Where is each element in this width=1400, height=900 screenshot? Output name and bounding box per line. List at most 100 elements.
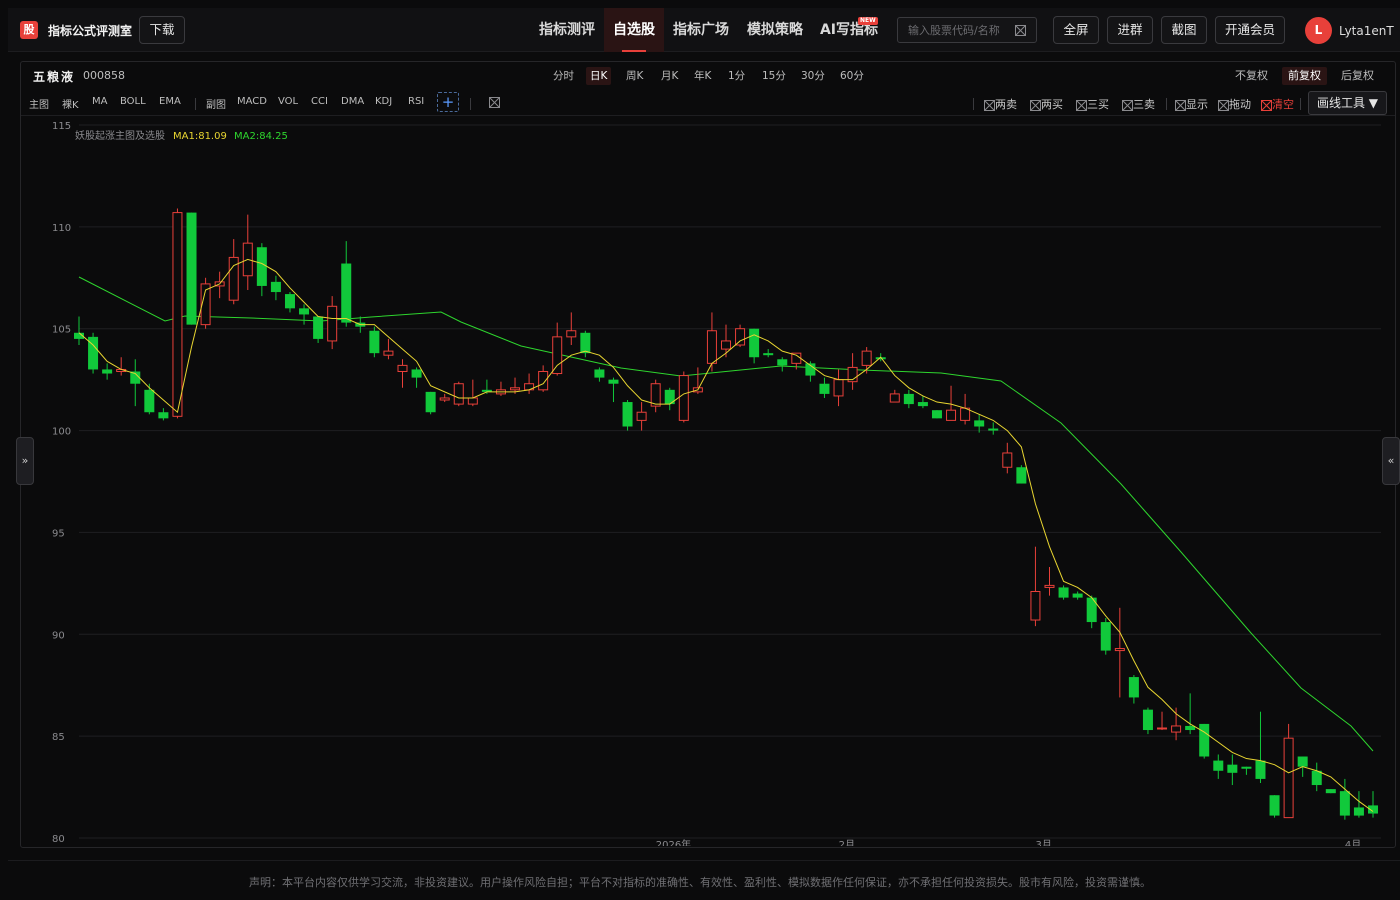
fullscreen-button[interactable]: 全屏 xyxy=(1053,16,1099,44)
candle-body-down xyxy=(284,294,295,309)
candle-body-down xyxy=(1016,467,1027,484)
indicator-toolbar: 主图 裸K MA BOLL EMA 副图 MACD VOL CCI DMA KD… xyxy=(21,90,1395,116)
candle-body-down xyxy=(777,359,788,366)
main-chart-label: 主图 xyxy=(29,100,49,111)
candlestick-chart[interactable]: 80 85 90 95 100 105 110 115 2026年 2月 3月 4月 妖股起涨主图及选股… xyxy=(21,118,1381,846)
candle-body-up xyxy=(510,387,521,391)
period-8[interactable]: 60分 xyxy=(836,67,868,85)
x-tick-label: 2026年 xyxy=(656,838,691,846)
ma2-legend-label: MA2:84.25 xyxy=(234,131,288,142)
checkbox-icon xyxy=(984,99,995,111)
tool-label: 拖动 xyxy=(1229,98,1251,111)
indicator-macd[interactable]: MACD xyxy=(237,96,267,107)
tool-show[interactable]: 显示 xyxy=(1175,96,1208,112)
candle-body-down xyxy=(1058,587,1069,598)
tab-indicator-square[interactable]: 指标广场 xyxy=(664,8,738,52)
candle-body-down xyxy=(102,369,113,374)
indicator-cci[interactable]: CCI xyxy=(311,96,328,107)
tool-label: 两买 xyxy=(1041,98,1063,111)
username[interactable]: Lyta1enT xyxy=(1339,24,1394,38)
period-7[interactable]: 30分 xyxy=(797,67,829,85)
candle-body-up xyxy=(1030,591,1041,621)
drawing-tools-dropdown[interactable]: 画线工具 ▼ xyxy=(1308,91,1387,115)
indicator-vol[interactable]: VOL xyxy=(278,96,298,107)
stock-search-box xyxy=(897,17,1037,43)
candle-body-up xyxy=(1002,452,1013,468)
period-4[interactable]: 年K xyxy=(690,67,715,85)
adjust-none[interactable]: 不复权 xyxy=(1229,67,1274,85)
candle-body-down xyxy=(1311,770,1322,786)
tool-label: 显示 xyxy=(1186,98,1208,111)
open-membership-button[interactable]: 开通会员 xyxy=(1215,16,1285,44)
period-5[interactable]: 1分 xyxy=(724,67,749,85)
sub-chart-label: 副图 xyxy=(206,100,226,111)
x-tick-label: 4月 xyxy=(1345,839,1361,846)
candle-body-up xyxy=(889,393,900,403)
indicator-kdj[interactable]: KDJ xyxy=(375,96,392,107)
top-navigation-bar: 股 指标公式评测室 下载 指标测评 自选股 指标广场 模拟策略 AI写指标 NEW… xyxy=(8,8,1400,52)
y-tick-label: 90 xyxy=(52,630,65,641)
adjust-backward[interactable]: 后复权 xyxy=(1335,67,1380,85)
disclaimer-text: 声明：本平台内容仅供学习交流，非投资建议。用户操作风险自担；平台不对指标的准确性… xyxy=(249,876,1151,889)
candle-body-up xyxy=(1283,737,1294,819)
screenshot-button[interactable]: 截图 xyxy=(1161,16,1207,44)
candle-body-down xyxy=(369,330,380,354)
right-panel-toggle[interactable]: « xyxy=(1382,437,1400,485)
period-6[interactable]: 15分 xyxy=(758,67,790,85)
checkbox-icon xyxy=(1175,99,1186,111)
footer-divider xyxy=(8,860,1400,861)
period-2[interactable]: 周K xyxy=(622,67,647,85)
clear-search-icon[interactable] xyxy=(1015,25,1026,36)
new-badge: NEW xyxy=(858,17,878,25)
candle-body-down xyxy=(931,410,942,419)
candle-body-down xyxy=(594,369,605,378)
candle-body-down xyxy=(158,412,169,419)
candle-body-down xyxy=(144,389,155,413)
tool-drag[interactable]: 拖动 xyxy=(1218,96,1251,112)
candle-body-down xyxy=(186,212,197,325)
tool-label: 清空 xyxy=(1272,98,1294,111)
indicator-naked-k[interactable]: 裸K xyxy=(62,96,79,111)
candle-body-up xyxy=(678,375,689,421)
candle-body-down xyxy=(341,263,352,323)
app-title: 指标公式评测室 xyxy=(48,24,133,38)
indicator-ma[interactable]: MA xyxy=(92,96,107,107)
adjust-forward[interactable]: 前复权 xyxy=(1282,67,1327,85)
avatar[interactable]: L xyxy=(1305,17,1332,44)
tool-two-sell[interactable]: 两卖 xyxy=(984,96,1017,112)
candle-body-up xyxy=(383,350,394,356)
download-button[interactable]: 下载 xyxy=(139,16,185,44)
candle-body-up xyxy=(552,336,563,375)
candle-body-up xyxy=(453,383,464,405)
y-tick-label: 85 xyxy=(52,732,65,743)
candle-body-up xyxy=(538,370,549,391)
candle-body-down xyxy=(256,247,267,286)
stock-search-input[interactable] xyxy=(906,21,1006,39)
tool-three-buy[interactable]: 三买 xyxy=(1076,96,1109,112)
tab-ai-write-indicator[interactable]: AI写指标 NEW xyxy=(816,8,882,52)
period-1[interactable]: 日K xyxy=(586,67,612,85)
close-indicator-icon[interactable] xyxy=(489,97,500,108)
tool-two-buy[interactable]: 两买 xyxy=(1030,96,1063,112)
add-indicator-button[interactable]: + xyxy=(437,92,459,112)
tool-clear[interactable]: 清空 xyxy=(1261,96,1294,112)
tool-three-sell[interactable]: 三卖 xyxy=(1122,96,1155,112)
indicator-name-label: 妖股起涨主图及选股 xyxy=(75,129,165,142)
candle-body-up xyxy=(566,330,577,338)
ma1-legend-label: MA1:81.09 xyxy=(173,131,227,142)
indicator-ema[interactable]: EMA xyxy=(159,96,181,107)
indicator-rsi[interactable]: RSI xyxy=(408,96,424,107)
indicator-boll[interactable]: BOLL xyxy=(120,96,146,107)
candle-body-down xyxy=(580,332,591,354)
candle-body-down xyxy=(1255,760,1266,779)
period-0[interactable]: 分时 xyxy=(549,67,578,85)
tool-label: 三买 xyxy=(1087,98,1109,111)
tab-indicator-review[interactable]: 指标测评 xyxy=(530,8,604,52)
period-3[interactable]: 月K xyxy=(657,67,682,85)
tab-simulated-strategy[interactable]: 模拟策略 xyxy=(738,8,812,52)
candle-body-up xyxy=(397,364,408,372)
indicator-dma[interactable]: DMA xyxy=(341,96,364,107)
tab-watchlist[interactable]: 自选股 xyxy=(604,8,664,52)
join-group-button[interactable]: 进群 xyxy=(1107,16,1153,44)
x-tick-label: 2月 xyxy=(839,839,855,846)
